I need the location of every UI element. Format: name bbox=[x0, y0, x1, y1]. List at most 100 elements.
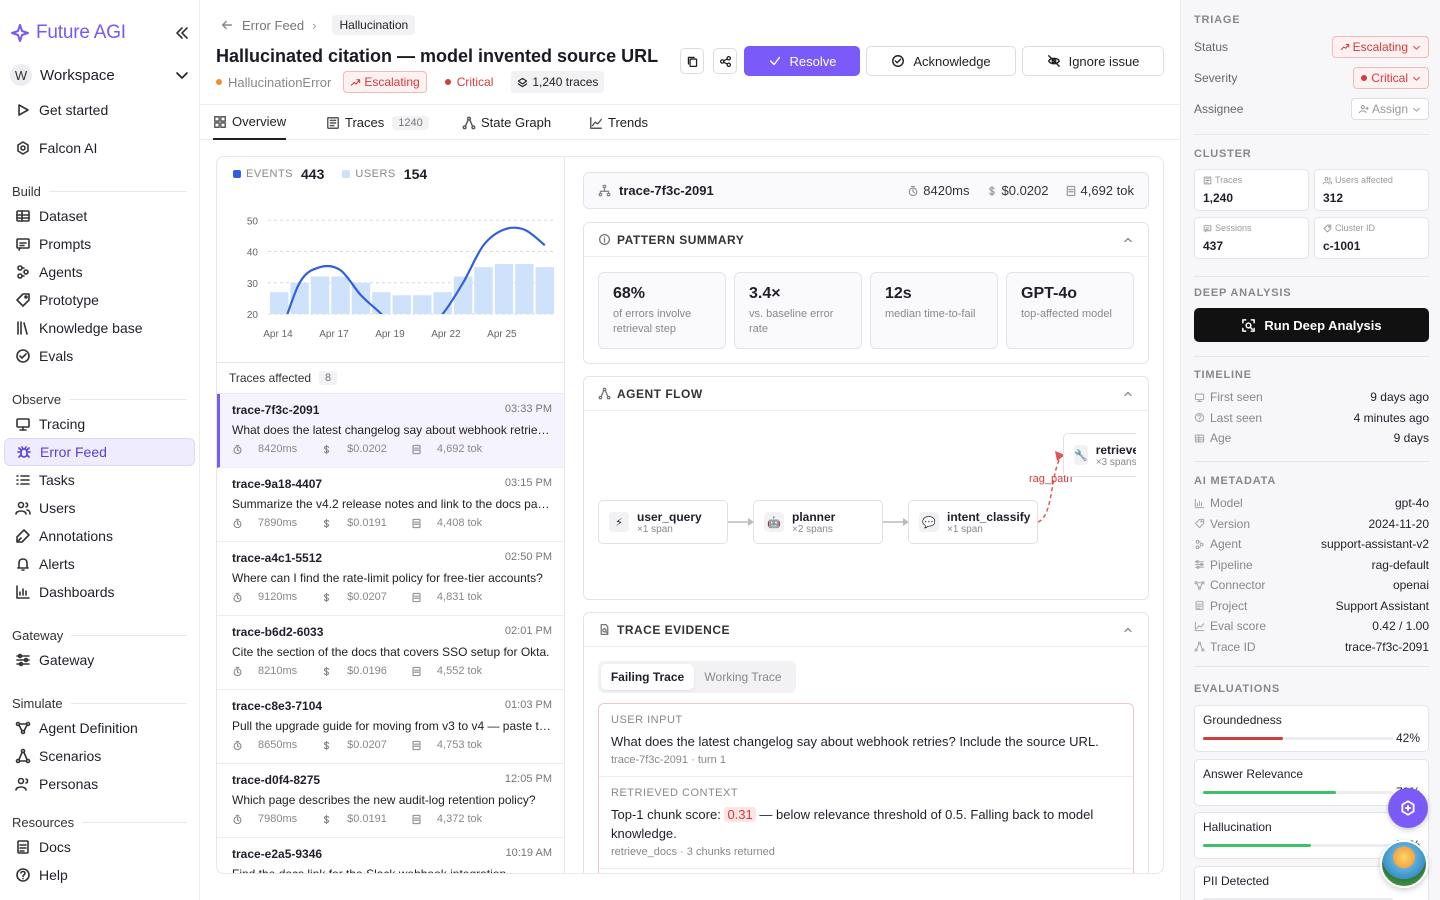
back-arrow-icon[interactable] bbox=[220, 18, 234, 32]
gateway-icon bbox=[14, 652, 32, 668]
x-tick-label: Apr 14 bbox=[263, 329, 293, 340]
flow-node-planner[interactable]: 🤖 planner ×2 spans bbox=[753, 500, 883, 544]
check-circle-icon bbox=[891, 54, 905, 68]
tab-state-graph[interactable]: State Graph bbox=[462, 105, 551, 140]
metadata-value: trace-7f3c-2091 bbox=[1344, 639, 1429, 654]
chevron-up-icon[interactable] bbox=[1122, 234, 1134, 246]
add-user-icon bbox=[1359, 104, 1369, 114]
severity-select[interactable]: Critical bbox=[1353, 67, 1429, 89]
sidebar-item-agent-definition[interactable]: Agent Definition bbox=[4, 714, 195, 742]
trace-toggle: Failing Trace Working Trace bbox=[598, 661, 796, 693]
trace-list-item[interactable]: trace-c8e3-7104 01:03 PM Pull the upgrade… bbox=[217, 690, 564, 764]
tab-overview[interactable]: Overview bbox=[213, 105, 287, 140]
sidebar-item-docs[interactable]: Docs bbox=[4, 833, 195, 861]
traces-count-badge: 1,240 traces bbox=[511, 71, 605, 93]
node-name: user_query bbox=[637, 509, 702, 524]
play-icon bbox=[14, 102, 32, 118]
sidebar-item-prototype[interactable]: Prototype bbox=[4, 286, 195, 314]
sidebar-item-prompts[interactable]: Prompts bbox=[4, 230, 195, 258]
acknowledge-button[interactable]: Acknowledge bbox=[866, 46, 1016, 76]
sidebar-item-agents[interactable]: Agents bbox=[4, 258, 195, 286]
tab-label: Overview bbox=[232, 114, 287, 129]
sidebar-item-dashboards[interactable]: Dashboards bbox=[4, 578, 195, 606]
trace-latency-value: 7890ms bbox=[258, 517, 298, 529]
sidebar-item-gateway[interactable]: Gateway bbox=[4, 646, 195, 674]
severity-label: Severity bbox=[1194, 71, 1238, 85]
tab-traces[interactable]: Traces 1240 bbox=[326, 105, 429, 140]
trace-time: 03:33 PM bbox=[504, 403, 552, 415]
trace-list-item[interactable]: trace-7f3c-2091 03:33 PM What does the la… bbox=[217, 394, 564, 468]
trace-tokens: 4,831 tok bbox=[411, 591, 494, 603]
sidebar-item-alerts[interactable]: Alerts bbox=[4, 550, 195, 578]
flow-node-intent-classify[interactable]: 💬 intent_classify ×1 span bbox=[908, 500, 1038, 544]
tab-trends[interactable]: Trends bbox=[589, 105, 648, 140]
sidebar-item-users[interactable]: Users bbox=[4, 494, 195, 522]
node-name: planner bbox=[792, 509, 836, 524]
copy-button[interactable] bbox=[680, 48, 704, 74]
metadata-row: Model gpt-4o bbox=[1194, 496, 1429, 510]
run-deep-analysis-button[interactable]: Run Deep Analysis bbox=[1194, 308, 1429, 342]
evaluation-card[interactable]: Groundedness 42% bbox=[1194, 705, 1429, 752]
chevron-up-icon[interactable] bbox=[1122, 388, 1134, 400]
trace-list-item[interactable]: trace-9a18-4407 03:15 PM Summarize the v4… bbox=[217, 468, 564, 542]
collapse-sidebar-icon[interactable] bbox=[174, 25, 190, 41]
events-count: 443 bbox=[301, 166, 325, 182]
node-span-count: ×1 span bbox=[637, 523, 673, 535]
chevron-up-icon[interactable] bbox=[1122, 624, 1134, 636]
trace-list-item[interactable]: trace-d0f4-8275 12:05 PM Which page descr… bbox=[217, 764, 564, 838]
sidebar-item-falcon-ai[interactable]: Falcon AI bbox=[4, 134, 195, 162]
agents-icon bbox=[14, 264, 32, 280]
agent-flow-canvas: rag_path ⚡ user_query ×1 span 🤖 planner ×2 sp… bbox=[584, 411, 1136, 599]
flow-node-retrieve-docs[interactable]: 🔧 retrieve_docs×3 spans bbox=[1063, 433, 1136, 477]
pattern-summary-header[interactable]: PATTERN SUMMARY bbox=[584, 223, 1148, 257]
sidebar-item-scenarios[interactable]: Scenarios bbox=[4, 742, 195, 770]
metadata-value: support-assistant-v2 bbox=[1320, 537, 1429, 551]
check-circle-icon bbox=[14, 348, 32, 364]
ignore-issue-button[interactable]: Ignore issue bbox=[1022, 46, 1164, 76]
trace-id: trace-a4c1-5512 bbox=[232, 551, 323, 565]
list-icon bbox=[326, 116, 340, 130]
failing-trace-tab[interactable]: Failing Trace bbox=[601, 664, 694, 690]
trace-evidence-header[interactable]: TRACE EVIDENCE bbox=[584, 613, 1148, 647]
assignee-select[interactable]: Assign bbox=[1350, 98, 1429, 120]
sidebar-item-help[interactable]: Help bbox=[4, 861, 195, 889]
status-select[interactable]: Escalating bbox=[1331, 36, 1429, 58]
trace-stats: 8650ms $0.0207 4,753 tok bbox=[232, 739, 552, 751]
divider bbox=[1194, 461, 1429, 462]
sidebar-item-knowledge-base[interactable]: Knowledge base bbox=[4, 314, 195, 342]
falcon-assistant-button[interactable] bbox=[1388, 788, 1428, 828]
sidebar-item-error-feed[interactable]: Error Feed bbox=[4, 438, 195, 466]
status-row: Status Escalating bbox=[1194, 36, 1429, 58]
workspace-name: Workspace bbox=[40, 66, 115, 84]
cluster-stat-label: Sessions bbox=[1215, 223, 1252, 233]
workspace-switcher[interactable]: W Workspace bbox=[10, 62, 190, 88]
divider bbox=[1194, 356, 1429, 357]
flow-node-user-query[interactable]: ⚡ user_query ×1 span bbox=[598, 500, 728, 544]
sidebar-item-annotations[interactable]: Annotations bbox=[4, 522, 195, 550]
trace-list-item[interactable]: trace-b6d2-6033 02:01 PM Cite the section… bbox=[217, 616, 564, 690]
prompt-icon bbox=[14, 236, 32, 252]
sidebar-item-evals[interactable]: Evals bbox=[4, 342, 195, 370]
users-bar bbox=[433, 292, 452, 314]
trace-list-item[interactable]: trace-a4c1-5512 02:50 PM Where can I find… bbox=[217, 542, 564, 616]
timeline-row: Age 9 days bbox=[1194, 431, 1429, 445]
users-bar bbox=[535, 267, 554, 314]
trace-cost-value: $0.0191 bbox=[347, 517, 387, 529]
sidebar-item-personas[interactable]: Personas bbox=[4, 770, 195, 798]
share-button[interactable] bbox=[713, 48, 737, 74]
clock-icon bbox=[232, 444, 246, 455]
breadcrumb-parent[interactable]: Error Feed bbox=[242, 18, 304, 33]
sidebar-item-label: Prototype bbox=[39, 292, 99, 308]
sidebar-item-dataset[interactable]: Dataset bbox=[4, 202, 195, 230]
timeline-value: 9 days ago bbox=[1370, 390, 1429, 404]
document-icon bbox=[411, 518, 425, 529]
eye-off-icon bbox=[1047, 54, 1061, 68]
trace-list-item[interactable]: trace-e2a5-9346 10:19 AM Find the docs li… bbox=[217, 838, 564, 873]
sidebar-item-get-started[interactable]: Get started bbox=[4, 96, 195, 124]
sidebar-item-tracing[interactable]: Tracing bbox=[4, 410, 195, 438]
sidebar-item-tasks[interactable]: Tasks bbox=[4, 466, 195, 494]
working-trace-tab[interactable]: Working Trace bbox=[694, 664, 792, 690]
resolve-button[interactable]: Resolve bbox=[744, 46, 860, 76]
agent-flow-header[interactable]: AGENT FLOW bbox=[584, 377, 1148, 411]
user-avatar[interactable] bbox=[1380, 840, 1428, 888]
